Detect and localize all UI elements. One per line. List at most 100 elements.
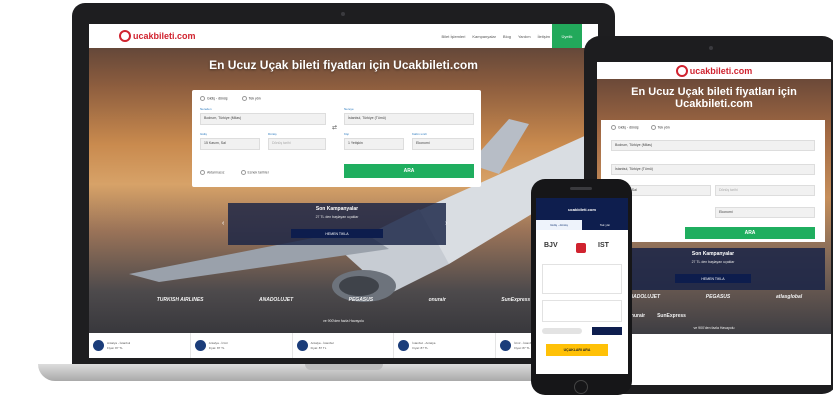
- option-nonstop[interactable]: Aktarmasız: [200, 170, 225, 175]
- option-label: Aktarmasız: [207, 170, 225, 175]
- route-card[interactable]: Antalya - İstanbul Fiyat: 87 TL: [89, 333, 191, 358]
- cabin-class-select[interactable]: Ekonomi: [412, 138, 474, 150]
- promo-title: Son Kampanyalar: [691, 251, 735, 257]
- promo-button[interactable]: HEMEN TIKLA: [675, 274, 751, 283]
- return-label: Dönüş: [268, 132, 277, 136]
- route-price: Fiyat: 87 TL: [208, 345, 225, 350]
- trip-type-roundtrip[interactable]: Gidiş - dönüş: [200, 96, 228, 101]
- depart-label: Gidiş: [200, 132, 207, 136]
- trip-type-label: Gidiş - dönüş: [207, 96, 228, 101]
- tablet-trip-type: Gidiş - dönüş Tek yön: [611, 125, 670, 130]
- radio-icon: [611, 125, 616, 130]
- from-input[interactable]: Bodrum, Türkiye (Milas): [611, 140, 815, 151]
- search-button[interactable]: ARA: [685, 227, 815, 239]
- tablet-airline-logos: ANADOLUJET PEGASUS atlasglobal: [597, 294, 831, 300]
- to-input[interactable]: İstanbul, Türkiye (Tümü): [611, 164, 815, 175]
- carousel-next-icon[interactable]: ›: [445, 220, 447, 227]
- destination-code[interactable]: IST: [598, 242, 609, 249]
- route-name: Antalya - İstanbul: [107, 341, 131, 345]
- search-button[interactable]: ARA: [344, 164, 474, 178]
- depart-date-input[interactable]: 15 Kasım, Sal: [200, 138, 260, 150]
- passenger-panel[interactable]: [542, 300, 622, 322]
- trip-type-label: Tek yön: [248, 96, 261, 101]
- route-card[interactable]: İstanbul - Antalya Fiyat: 87 TL: [394, 333, 497, 358]
- airline-logo: PEGASUS: [348, 297, 374, 303]
- radio-icon: [200, 96, 205, 101]
- cabin-class-select[interactable]: Ekonomi: [715, 207, 815, 218]
- airline-icon: [398, 340, 410, 351]
- laptop-camera: [341, 12, 345, 16]
- nav-item[interactable]: Yardım: [518, 34, 531, 39]
- airline-logo: SunExpress: [501, 297, 531, 303]
- to-label: Nereye: [344, 107, 354, 111]
- nav-item[interactable]: İletişim: [538, 34, 550, 39]
- airline-logo: ANADOLUJET: [258, 297, 294, 303]
- tablet-camera: [709, 46, 713, 50]
- route-price: Fiyat: 87 TL: [412, 345, 429, 350]
- promo-banner: Son Kampanyalar 27 TL den başlayan uçakl…: [228, 203, 446, 245]
- airline-logo: onurair: [428, 297, 446, 303]
- tablet-promo-banner: Son Kampanyalar 27 TL den başlayan uçakl…: [601, 248, 825, 290]
- filter-button[interactable]: [592, 327, 622, 335]
- home-button-icon: [574, 380, 588, 394]
- trip-type-oneway[interactable]: Tek yön: [650, 125, 670, 130]
- tablet-airlines-caption: ve 900'den fazla Havayolu: [693, 326, 735, 330]
- airline-logo: PEGASUS: [705, 294, 731, 300]
- radio-icon: [241, 96, 247, 101]
- tablet-bottom-panel: [597, 334, 831, 385]
- airlines-caption: ve 900'den fazla Havayolu: [323, 319, 364, 323]
- nav-item[interactable]: Kampanyalar: [472, 34, 496, 39]
- phone-trip-tabs: Gidiş - dönüş Tek yön: [536, 220, 628, 230]
- swap-icon[interactable]: ⇄: [332, 124, 337, 131]
- promo-subtitle: 27 TL den başlayan uçaklar: [315, 215, 359, 219]
- trip-type-selector: Gidiş - dönüş Tek yön: [200, 96, 261, 101]
- membership-button[interactable]: Üyelik: [552, 24, 582, 48]
- hero-title: En Ucuz Uçak bileti fiyatları için Ucakb…: [209, 58, 478, 72]
- promo-button[interactable]: HEMEN TIKLA: [291, 229, 383, 238]
- tab-roundtrip[interactable]: Gidiş - dönüş: [536, 220, 582, 230]
- tab-oneway[interactable]: Tek yön: [582, 220, 628, 230]
- return-date-input[interactable]: Dönüş tarihi: [268, 138, 326, 150]
- trip-type-oneway[interactable]: Tek yön: [241, 96, 261, 101]
- site-header: ucakbileti.com Bilet İşlemleri Kampanyal…: [89, 24, 598, 48]
- option-flexible[interactable]: Esnek tarihler: [240, 170, 269, 175]
- route-price: Fiyat: 87 TL: [310, 345, 327, 350]
- site-logo[interactable]: ucakbileti.com: [119, 30, 196, 42]
- trip-type-label: Tek yön: [657, 125, 670, 130]
- phone-speaker: [570, 187, 592, 190]
- airline-logo: atlasglobal: [776, 294, 803, 300]
- phone-screen: ucakbileti.com Gidiş - dönüş Tek yön BJV…: [536, 198, 628, 374]
- route-card[interactable]: Antalya - İzmir Fiyat: 87 TL: [191, 333, 293, 358]
- class-label: Kabin sınıfı: [412, 132, 428, 136]
- to-input[interactable]: İstanbul, Türkiye (Tümü): [344, 113, 474, 125]
- toggle-switch[interactable]: [542, 328, 582, 334]
- from-input[interactable]: Bodrum, Türkiye (Milas): [200, 113, 326, 125]
- route-card[interactable]: Antalya - İstanbul Fiyat: 87 TL: [293, 333, 395, 358]
- tablet-logo[interactable]: ucakbileti.com: [675, 64, 752, 77]
- tablet-hero-title: En Ucuz Uçak bileti fiyatları için Ucakb…: [631, 86, 797, 110]
- return-date-input[interactable]: Dönüş tarihi: [715, 185, 815, 196]
- logo-plane-icon: [119, 30, 131, 42]
- radio-icon: [650, 125, 656, 130]
- airline-logo: SunExpress: [657, 313, 686, 319]
- promo-title: Son Kampanyalar: [315, 206, 359, 212]
- tablet-screen: ucakbileti.com En Ucuz Uçak bileti fiyat…: [597, 62, 831, 385]
- nav-item[interactable]: Bilet İşlemleri: [442, 34, 466, 39]
- date-panel[interactable]: [542, 264, 622, 294]
- checkbox-icon: [240, 170, 246, 175]
- origin-code[interactable]: BJV: [544, 242, 558, 249]
- passenger-select[interactable]: 1 Yetişkin: [344, 138, 404, 150]
- nav-item[interactable]: Blog: [503, 34, 511, 39]
- airline-logo: TURKISH AIRLINES: [156, 297, 204, 303]
- tablet-airline-logos-row2: Onurair SunExpress: [627, 313, 827, 319]
- trip-type-roundtrip[interactable]: Gidiş - dönüş: [611, 125, 639, 130]
- checkbox-icon: [200, 170, 205, 175]
- main-nav: Bilet İşlemleri Kampanyalar Blog Yardım …: [442, 24, 550, 48]
- search-options: Aktarmasız Esnek tarihler: [200, 170, 269, 175]
- swap-icon[interactable]: [576, 243, 586, 253]
- search-flights-button[interactable]: UÇAKLARI ARA: [546, 344, 608, 356]
- carousel-prev-icon[interactable]: ‹: [222, 220, 224, 227]
- airline-icon: [194, 340, 206, 351]
- route-name: Antalya - İzmir: [208, 341, 228, 345]
- logo-text: ucakbileti.com: [133, 31, 196, 41]
